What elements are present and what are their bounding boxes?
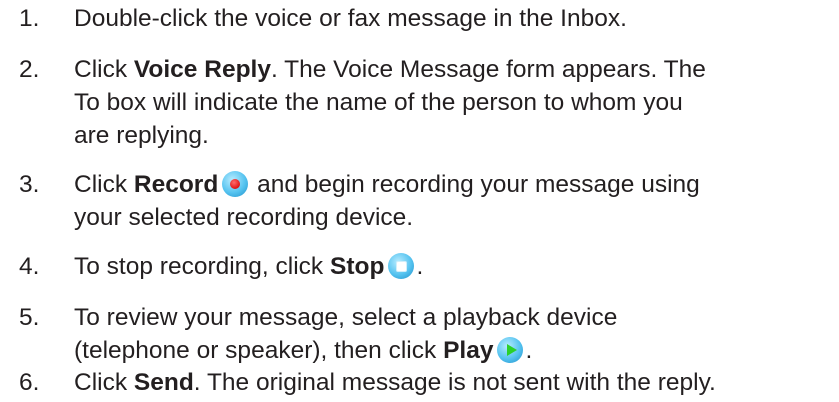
send-label: Send xyxy=(133,369,194,396)
stop-icon xyxy=(388,253,415,279)
stop-label: Stop xyxy=(330,253,385,280)
record-icon xyxy=(222,171,249,197)
step-number: 1. xyxy=(19,5,40,32)
step-text-line: your selected recording device. xyxy=(74,204,414,231)
instruction-steps-list: 1. Double-click the voice or fax message… xyxy=(0,0,839,402)
step-number: 5. xyxy=(19,304,40,331)
play-icon xyxy=(497,337,524,363)
step-text-line: are replying. xyxy=(74,122,209,149)
step-text-pre: Click xyxy=(74,171,134,198)
step-text: To review your message, select a playbac… xyxy=(74,301,834,367)
step-text: Click Voice Reply. The Voice Message for… xyxy=(74,53,834,152)
step-text-line: (telephone or speaker), then click Play. xyxy=(74,334,834,367)
step-text-pre: To stop recording, click xyxy=(74,253,330,280)
step-text-post: and begin recording your message using xyxy=(250,171,700,198)
step-text-post: . The Voice Message form appears. The xyxy=(270,56,706,83)
step-text-pre: Click xyxy=(74,56,134,83)
step-text-line: Double-click the voice or fax message in… xyxy=(74,5,627,32)
step-text: Double-click the voice or fax message in… xyxy=(74,2,834,35)
step-text-post: . The original message is not sent with … xyxy=(193,369,716,396)
step-text-line: Click Record and begin recording your me… xyxy=(74,168,834,201)
step-number: 2. xyxy=(19,56,40,83)
step-text-post: . xyxy=(416,253,424,280)
step-number: 3. xyxy=(19,171,40,198)
step-text: To stop recording, click Stop. xyxy=(74,250,834,283)
step-text-pre: Click xyxy=(74,369,134,396)
step-text-pre: (telephone or speaker), then click xyxy=(74,337,444,364)
step-text-line: To box will indicate the name of the per… xyxy=(74,89,683,116)
step-text: Click Record and begin recording your me… xyxy=(74,168,834,234)
step-number: 4. xyxy=(19,253,40,280)
step-text-post: . xyxy=(525,337,533,364)
step-text-line: Click Send. The original message is not … xyxy=(74,366,834,399)
step-text-line: Click Voice Reply. The Voice Message for… xyxy=(74,53,834,86)
record-label: Record xyxy=(133,171,219,198)
step-text-line: To review your message, select a playbac… xyxy=(74,304,618,331)
step-text-line: To stop recording, click Stop. xyxy=(74,250,834,283)
play-label: Play xyxy=(443,337,494,364)
step-text: Click Send. The original message is not … xyxy=(74,366,834,399)
step-number: 6. xyxy=(19,369,40,396)
voice-reply-label: Voice Reply xyxy=(133,56,271,83)
